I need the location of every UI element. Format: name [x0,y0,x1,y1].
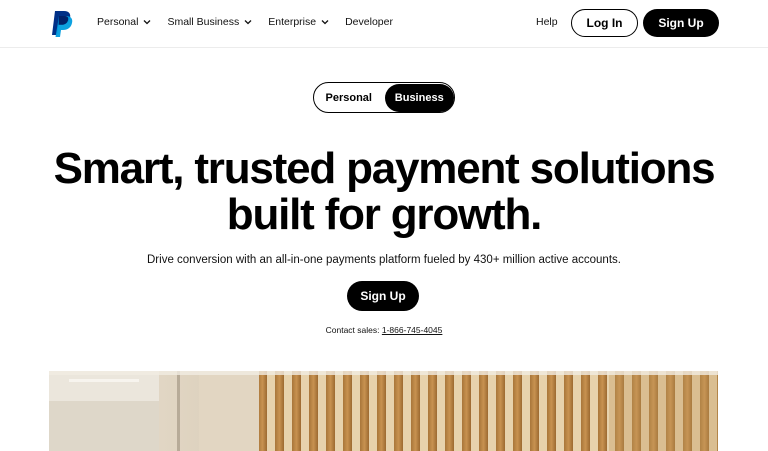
chevron-down-icon [143,20,151,25]
contact-phone-link[interactable]: 1-866-745-4045 [382,325,443,335]
nav-personal[interactable]: Personal [97,16,151,28]
hero-headline: Smart, trusted payment solutions built f… [0,146,768,238]
nav-developer-label: Developer [345,16,393,28]
toggle-business[interactable]: Business [384,83,454,112]
hero-headline-line2: built for growth. [226,190,543,239]
chevron-down-icon [244,20,252,25]
top-header: Personal Small Business Enterprise Devel… [0,0,768,48]
nav-personal-label: Personal [97,16,139,28]
toggle-personal[interactable]: Personal [314,84,384,112]
page: Personal Small Business Enterprise Devel… [0,0,768,451]
nav-developer[interactable]: Developer [345,16,393,28]
hero-headline-line1: Smart, trusted payment solutions [53,144,716,193]
contact-sales-label: Contact sales: [325,325,380,335]
login-button[interactable]: Log In [571,9,638,37]
main-nav: Personal Small Business Enterprise Devel… [97,16,409,28]
nav-enterprise-label: Enterprise [268,16,317,28]
audience-toggle: Personal Business [313,82,455,113]
help-link[interactable]: Help [536,16,558,28]
nav-small-business-label: Small Business [167,16,240,28]
nav-enterprise[interactable]: Enterprise [268,16,329,28]
hero-subtext: Drive conversion with an all-in-one paym… [147,254,621,266]
hero-signup-button[interactable]: Sign Up [347,281,419,311]
nav-small-business[interactable]: Small Business [167,16,252,28]
chevron-down-icon [321,20,329,25]
office-interior-image [49,371,718,451]
signup-button[interactable]: Sign Up [643,9,719,37]
contact-sales: Contact sales: 1-866-745-4045 [0,325,768,335]
paypal-logo-icon[interactable] [51,10,75,38]
